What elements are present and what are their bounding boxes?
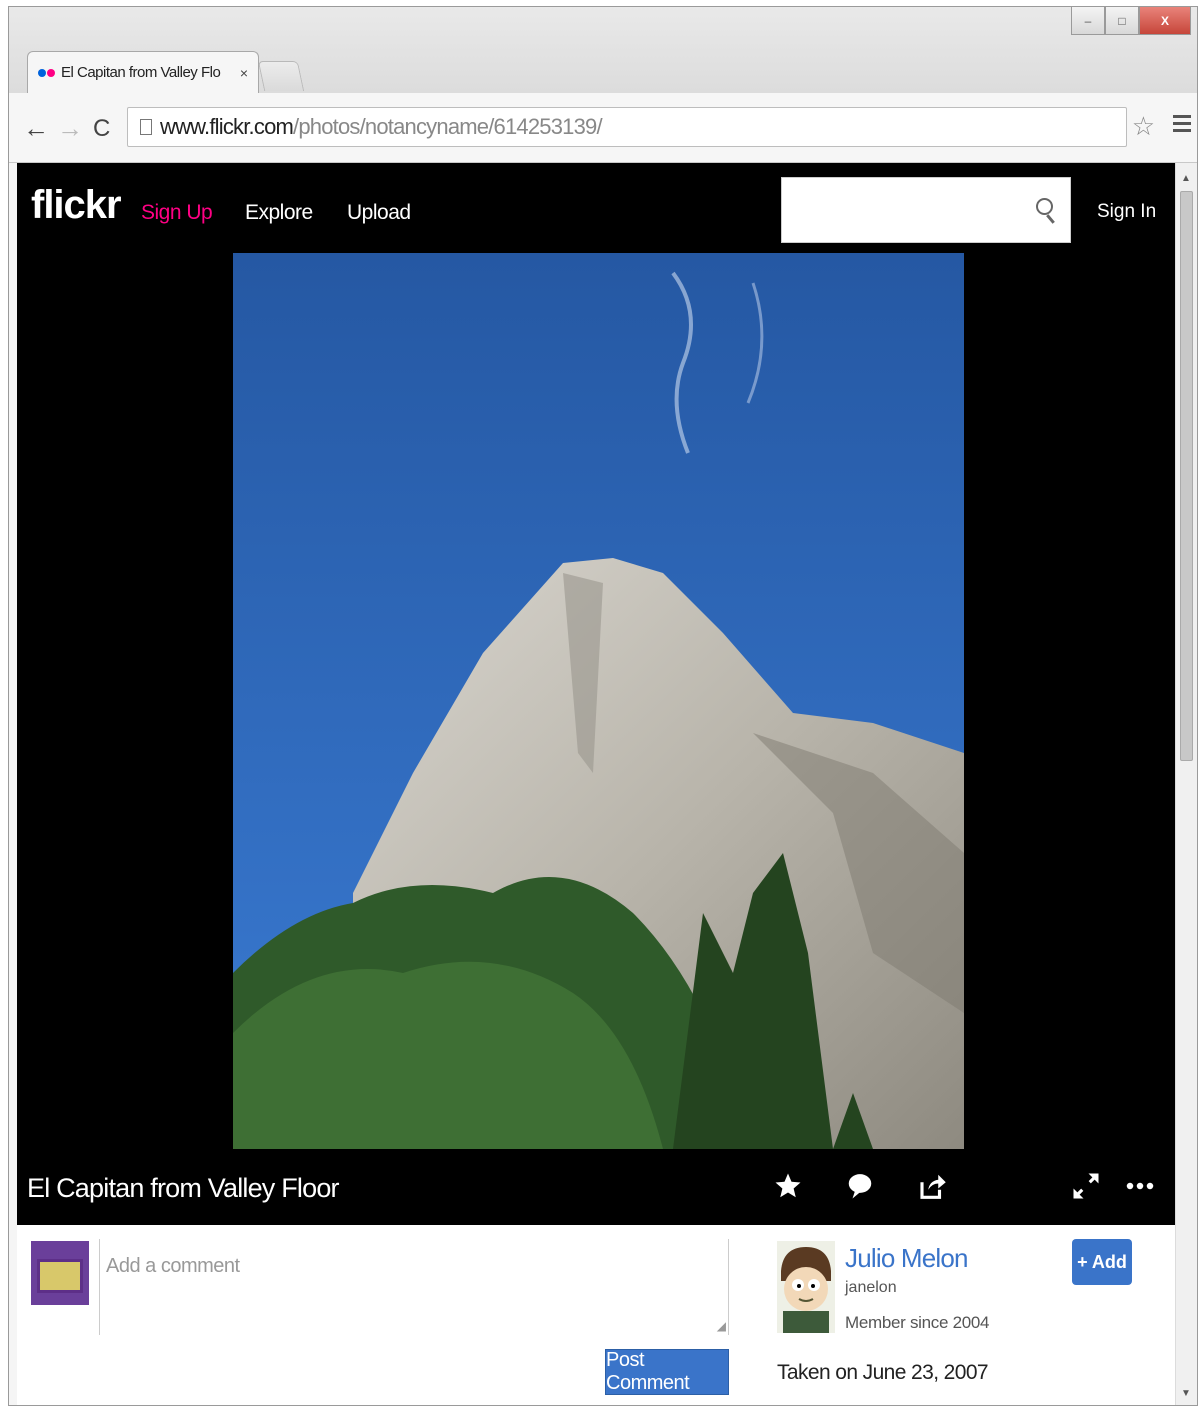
address-bar[interactable]: www.flickr.com/photos/notancyname/614253… [127,107,1127,147]
page-icon [140,119,152,135]
nav-explore[interactable]: Explore [245,201,313,225]
tab-close-icon[interactable]: × [240,65,248,81]
close-window-button[interactable]: X [1139,7,1191,35]
browser-tab[interactable]: El Capitan from Valley Flo × [27,51,259,93]
flickr-favicon-icon [38,68,55,77]
minimize-button[interactable]: ‒ [1071,7,1105,35]
photo-title: El Capitan from Valley Floor [27,1173,340,1203]
search-input[interactable] [781,177,1071,243]
member-since: Member since 2004 [845,1313,990,1332]
comment-bubble-icon[interactable] [845,1171,875,1201]
owner-avatar[interactable] [777,1241,835,1333]
more-options-icon[interactable] [1125,1171,1155,1201]
photo-details-area: Add a comment ◢ Post Comment Julio Melon… [17,1225,1177,1405]
bookmark-star-icon[interactable]: ☆ [1132,111,1155,142]
reload-icon[interactable]: C [93,115,110,143]
fullscreen-icon[interactable] [1071,1171,1101,1201]
tab-title: El Capitan from Valley Flo [61,64,221,81]
photo-caption-bar: El Capitan from Valley Floor [17,1149,1177,1225]
scroll-up-arrow-icon[interactable]: ▲ [1181,173,1191,184]
page-viewport: flickr Sign Up Explore Upload Sign In El… [17,163,1177,1405]
scroll-thumb[interactable] [1180,191,1193,761]
back-arrow-icon[interactable]: ← [23,113,49,144]
flickr-logo[interactable]: flickr [31,183,122,228]
my-avatar [31,1241,89,1305]
post-comment-button[interactable]: Post Comment [605,1349,729,1395]
url-text: www.flickr.com/photos/notancyname/614253… [160,114,603,139]
owner-name-link[interactable]: Julio Melon [845,1243,969,1274]
flickr-header: flickr Sign Up Explore Upload Sign In [17,163,1177,253]
main-photo[interactable] [233,253,964,1149]
sign-in-link[interactable]: Sign In [1097,201,1156,223]
scroll-down-arrow-icon[interactable]: ▼ [1181,1388,1191,1399]
add-contact-button[interactable]: + Add [1072,1239,1132,1285]
share-icon[interactable] [917,1171,947,1201]
forward-arrow-icon[interactable]: → [57,113,83,144]
resize-grip-icon[interactable]: ◢ [717,1319,726,1333]
comment-textarea[interactable]: Add a comment ◢ [99,1239,729,1335]
search-icon[interactable] [1036,198,1056,224]
maximize-button[interactable]: □ [1105,7,1139,35]
page-scrollbar[interactable]: ▲ ▼ [1175,163,1197,1405]
browser-toolbar: ← → C www.flickr.com/photos/notancyname/… [9,93,1197,163]
chrome-menu-icon[interactable] [1173,115,1191,132]
owner-avatar-image [777,1241,835,1333]
comment-placeholder: Add a comment [106,1255,240,1277]
window-controls: ‒ □ X [1071,7,1191,35]
nav-upload[interactable]: Upload [347,201,411,225]
photo-image [233,253,964,1149]
owner-username: janelon [845,1279,897,1296]
taken-on-date: Taken on June 23, 2007 [777,1361,989,1384]
new-tab-button[interactable] [257,61,305,91]
nav-sign-up[interactable]: Sign Up [141,201,213,225]
favorite-star-icon[interactable] [773,1171,803,1201]
browser-titlebar: ‒ □ X El Capitan from Valley Flo × [9,7,1197,93]
browser-window: ‒ □ X El Capitan from Valley Flo × ← → C… [8,6,1198,1406]
